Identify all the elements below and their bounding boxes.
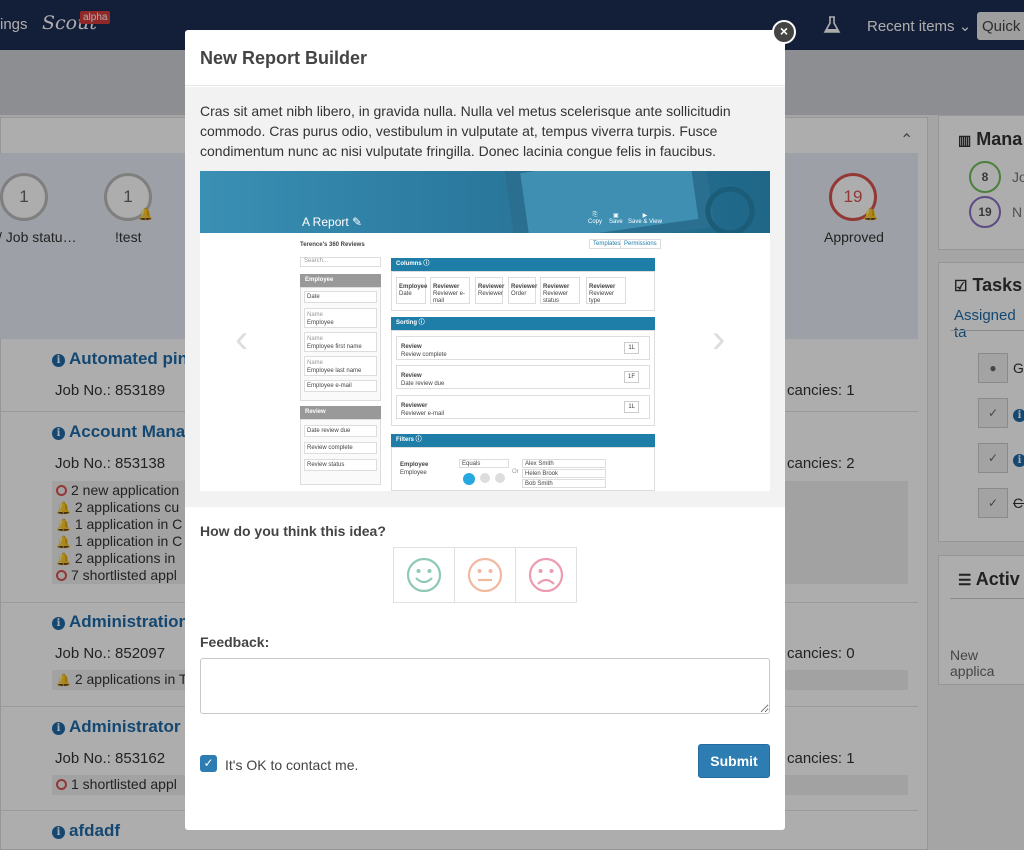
carousel-prev-arrow[interactable]: ‹ — [235, 319, 248, 359]
report-builder-modal: New Report Builder Cras sit amet nibh li… — [185, 30, 785, 830]
slide-field: Name Employee — [304, 308, 377, 328]
slide-field: Name Employee last name — [304, 356, 377, 376]
modal-header: New Report Builder — [185, 30, 785, 86]
slide-hero-banner: A Report ✎ ⎘ Copy ▣ Save ▶ Save & View — [200, 171, 770, 233]
slide-filter-value: Bob Smith — [522, 479, 606, 488]
slide-column-chip: Reviewer Reviewer e-mail — [430, 277, 470, 304]
happy-face-icon[interactable] — [394, 548, 455, 602]
slide-field: Review complete — [304, 442, 377, 454]
rating-question: How do you think this idea? — [200, 523, 386, 539]
slide-filter-or: Or — [512, 469, 519, 475]
slide-filter-toggle — [495, 473, 505, 483]
slide-subtitle: Terence's 360 Reviews — [300, 242, 365, 248]
contact-checkbox-label[interactable]: It's OK to contact me. — [225, 757, 358, 773]
slide-column-chip: Reviewer Reviewer type — [586, 277, 626, 304]
slide-sort-row: Reviewer Reviewer e-mail 1L — [396, 395, 650, 419]
slide-column-chip: Reviewer Order — [508, 277, 537, 304]
slide-employee-header: Employee — [300, 274, 381, 287]
modal-description: Cras sit amet nibh libero, in gravida nu… — [200, 103, 731, 159]
preview-carousel: A Report ✎ ⎘ Copy ▣ Save ▶ Save & View Tere… — [200, 171, 770, 491]
slide-sort-row: Review Review complete 1L — [396, 336, 650, 360]
slide-field: Date — [304, 291, 377, 303]
feedback-textarea[interactable] — [200, 658, 770, 714]
slide-columns-header: Columns ⓘ — [391, 258, 655, 271]
slide-field: Name Employee first name — [304, 332, 377, 352]
save-tool: ▣ Save — [609, 213, 623, 225]
slide-filter-toggle — [480, 473, 490, 483]
modal-title: New Report Builder — [200, 48, 368, 68]
slide-sort-row: Review Date review due 1F — [396, 365, 650, 389]
sad-face-icon[interactable] — [516, 548, 577, 602]
rating-faces — [393, 547, 577, 603]
slide-filter-value: Alex Smith — [522, 459, 606, 468]
slide-permissions-button: Permissions — [620, 239, 661, 249]
slide-field: Date review due — [304, 425, 377, 437]
slide-search-box: Search... — [300, 257, 381, 267]
checkmark-icon: ✓ — [203, 756, 214, 770]
slide-field: Review status — [304, 459, 377, 471]
slide-column-chip: Employee Date — [396, 277, 427, 304]
slide-column-chip: Reviewer Reviewer status — [540, 277, 580, 304]
modal-intro: Cras sit amet nibh libero, in gravida nu… — [185, 87, 785, 507]
slide-report-name: A Report ✎ — [302, 215, 363, 229]
neutral-face-icon[interactable] — [455, 548, 516, 602]
slide-filter-value: Helen Brook — [522, 469, 606, 478]
contact-checkbox[interactable]: ✓ — [200, 755, 217, 772]
slide-filters-header: Filters ⓘ — [391, 434, 655, 447]
slide-filter-field: Employee Employee — [400, 462, 429, 476]
close-icon[interactable]: × — [772, 20, 796, 44]
feedback-label: Feedback: — [200, 634, 270, 650]
slide-review-header: Review — [300, 406, 381, 419]
save-view-tool: ▶ Save & View — [628, 213, 662, 225]
slide-column-chip: Reviewer Reviewer — [475, 277, 504, 304]
carousel-next-arrow[interactable]: › — [712, 319, 725, 359]
slide-field: Employee e-mail — [304, 380, 377, 392]
copy-tool: ⎘ Copy — [588, 212, 603, 225]
slide-sorting-header: Sorting ⓘ — [391, 317, 655, 330]
submit-button[interactable]: Submit — [698, 744, 770, 778]
slide-filter-toggle — [463, 473, 475, 485]
slide-filter-operator: Equals — [459, 459, 509, 468]
